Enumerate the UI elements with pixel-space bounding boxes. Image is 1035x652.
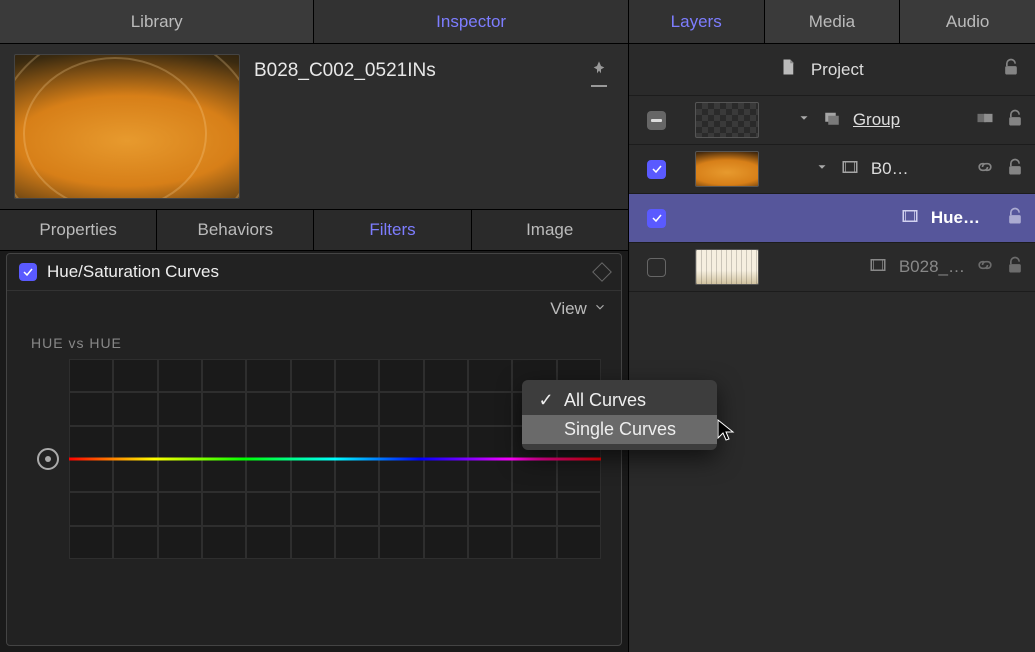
filter-icon [899, 207, 921, 230]
link-icon[interactable] [975, 255, 995, 280]
view-menu-popup[interactable]: ✓ All Curves Single Curves [522, 380, 717, 450]
tab-layers[interactable]: Layers [629, 0, 765, 43]
chevron-down-icon [593, 300, 607, 319]
menu-item-all-curves[interactable]: ✓ All Curves [522, 386, 717, 415]
layer-label: B028_… [899, 257, 965, 277]
group-icon [821, 109, 843, 132]
mouse-cursor-icon [716, 418, 736, 447]
subtab-behaviors[interactable]: Behaviors [157, 210, 314, 250]
eyedropper-icon[interactable] [37, 448, 59, 470]
lock-icon[interactable] [1005, 108, 1025, 133]
menu-item-label: All Curves [564, 390, 646, 411]
lock-icon[interactable] [1005, 255, 1025, 280]
layer-row-filter[interactable]: Hue… [629, 194, 1035, 243]
lock-icon[interactable] [1005, 206, 1025, 231]
menu-item-single-curves[interactable]: Single Curves [522, 415, 717, 444]
filmstrip-icon [839, 158, 861, 181]
disclosure-triangle-icon[interactable] [815, 160, 829, 179]
layer-label: B0… [871, 159, 909, 179]
inspector-sub-tabs: Properties Behaviors Filters Image [0, 209, 628, 251]
hue-gradient-line [69, 458, 601, 461]
disclosure-triangle-icon[interactable] [797, 111, 811, 130]
clip-thumbnail [14, 54, 240, 199]
subtab-image[interactable]: Image [472, 210, 628, 250]
view-dropdown[interactable]: View [550, 299, 587, 319]
visibility-checkbox[interactable] [647, 258, 666, 277]
layer-list: Project Group [629, 44, 1035, 652]
clip-title: B028_C002_0521INs [254, 54, 570, 82]
tab-audio[interactable]: Audio [900, 0, 1035, 43]
filmstrip-icon [867, 256, 889, 279]
tab-inspector[interactable]: Inspector [314, 0, 627, 43]
project-row[interactable]: Project [629, 44, 1035, 96]
lock-icon[interactable] [1001, 57, 1021, 82]
project-label: Project [811, 60, 864, 80]
lock-icon[interactable] [1005, 157, 1025, 182]
layer-thumbnail [695, 102, 759, 138]
tab-library[interactable]: Library [0, 0, 314, 43]
clip-header: B028_C002_0521INs [0, 44, 628, 209]
filter-enable-checkbox[interactable] [19, 263, 37, 281]
document-icon [779, 56, 797, 83]
right-top-tab-bar: Layers Media Audio [629, 0, 1035, 44]
layer-label: Hue… [931, 208, 980, 228]
layer-row-group[interactable]: Group [629, 96, 1035, 145]
layer-thumbnail [695, 249, 759, 285]
layer-label: Group [853, 110, 900, 130]
checkmark-icon: ✓ [538, 390, 554, 411]
keyframe-diamond-icon[interactable] [592, 262, 612, 282]
pin-icon[interactable] [591, 60, 607, 81]
visibility-checkbox[interactable] [647, 160, 666, 179]
tab-media[interactable]: Media [765, 0, 901, 43]
visibility-checkbox[interactable] [647, 209, 666, 228]
link-icon[interactable] [975, 157, 995, 182]
subtab-properties[interactable]: Properties [0, 210, 157, 250]
blend-icon[interactable] [975, 108, 995, 133]
subtab-filters[interactable]: Filters [314, 210, 471, 250]
filter-name-label: Hue/Saturation Curves [47, 262, 585, 282]
pin-underline-icon [591, 85, 607, 87]
left-top-tab-bar: Library Inspector [0, 0, 628, 44]
layer-row-clip[interactable]: B028_… [629, 243, 1035, 292]
layer-thumbnail [695, 151, 759, 187]
menu-item-label: Single Curves [564, 419, 676, 440]
layer-row-clip[interactable]: B0… [629, 145, 1035, 194]
curve-section-label: HUE vs HUE [7, 323, 621, 359]
visibility-mixed-icon[interactable] [647, 111, 666, 130]
